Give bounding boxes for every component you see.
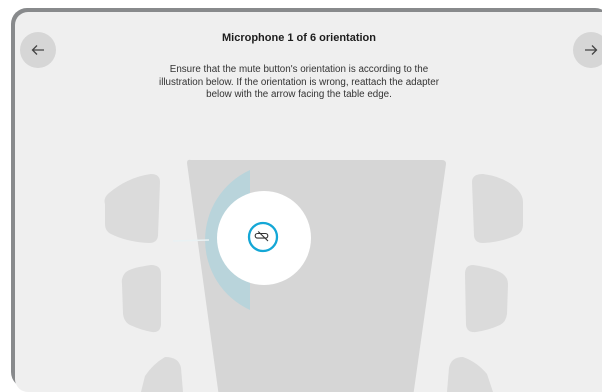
chair-left-3 <box>141 357 183 392</box>
chair-left-2 <box>121 265 161 333</box>
orientation-panel: Microphone 1 of 6 orientation Ensure tha… <box>15 12 602 392</box>
chair-left-1 <box>104 174 160 243</box>
arc-divider <box>172 239 210 242</box>
chair-right-2 <box>465 265 508 333</box>
chair-right-1 <box>472 174 523 243</box>
mute-button <box>247 221 279 253</box>
room-illustration <box>104 159 523 392</box>
chair-right-3 <box>447 357 493 392</box>
